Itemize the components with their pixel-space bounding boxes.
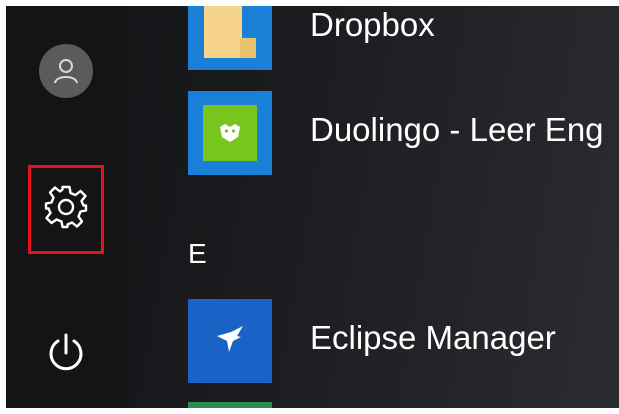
app-item-dropbox[interactable]: Dropbox — [188, 6, 619, 70]
dropbox-folder-icon — [204, 6, 256, 63]
app-tile — [188, 6, 272, 70]
app-item-duolingo[interactable]: Duolingo - Leer Eng — [188, 91, 619, 175]
start-menu-rail — [6, 6, 128, 408]
duolingo-owl-icon — [203, 105, 257, 161]
app-tile-partial[interactable] — [188, 402, 272, 408]
app-list: Dropbox Duolingo - Leer Eng E Eclipse Ma… — [128, 6, 619, 408]
settings-button[interactable] — [28, 165, 104, 254]
eclipse-bird-icon — [215, 324, 245, 359]
power-button[interactable] — [28, 317, 104, 393]
user-account-button[interactable] — [28, 33, 104, 109]
app-item-eclipse-manager[interactable]: Eclipse Manager — [188, 299, 619, 383]
app-name: Dropbox — [310, 6, 435, 43]
app-name: Eclipse Manager — [310, 319, 556, 356]
start-menu: Dropbox Duolingo - Leer Eng E Eclipse Ma… — [6, 6, 619, 408]
app-tile — [188, 299, 272, 383]
gear-icon — [43, 184, 89, 235]
app-name: Duolingo - Leer Eng — [310, 111, 604, 148]
user-avatar-icon — [39, 44, 93, 98]
section-header-letter[interactable]: E — [188, 238, 207, 270]
power-icon — [47, 332, 85, 379]
app-tile — [188, 91, 272, 175]
